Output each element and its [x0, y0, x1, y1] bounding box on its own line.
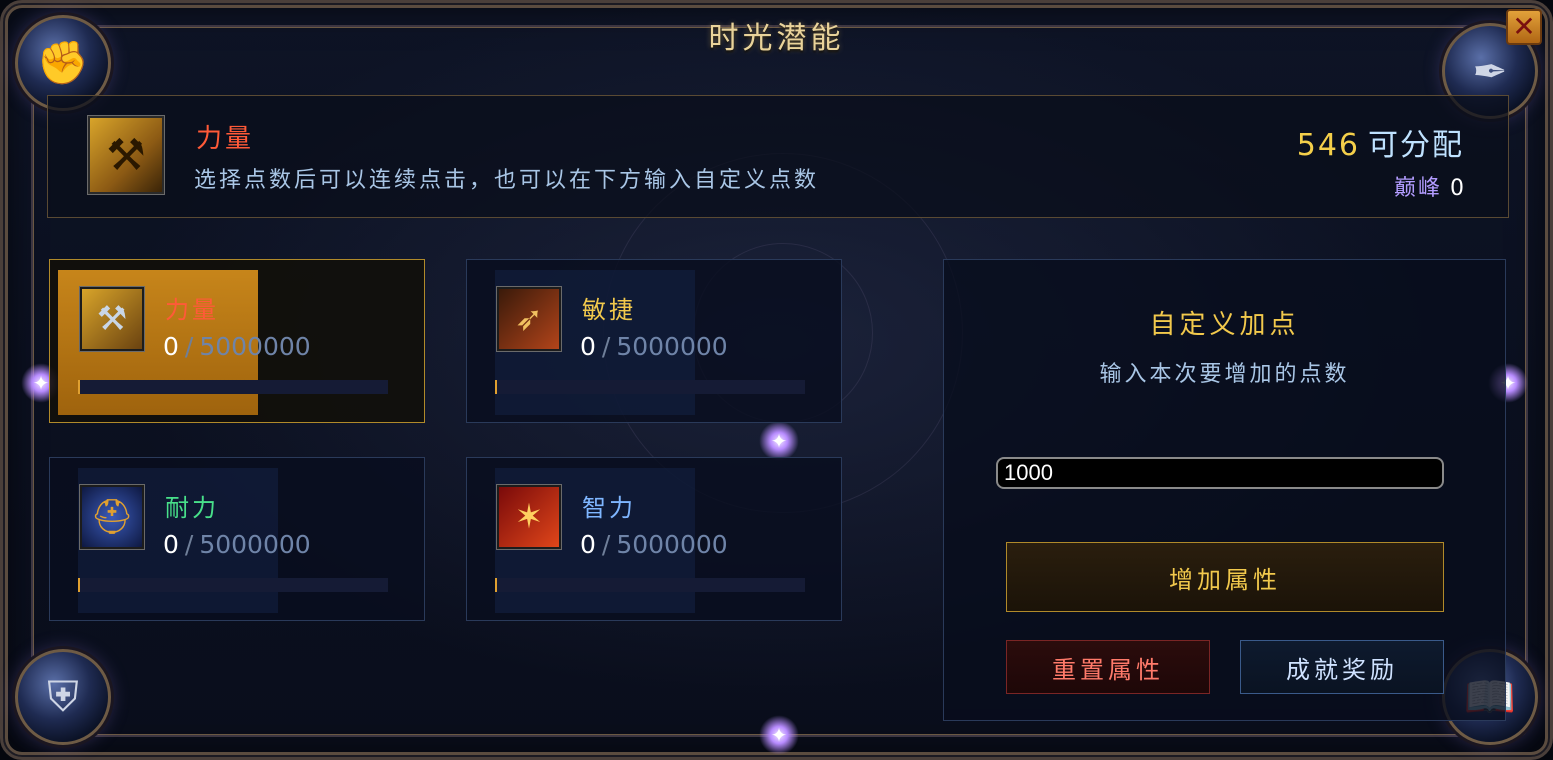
stat-separator: / [601, 332, 611, 361]
achievement-reward-button[interactable]: 成就奖励 [1240, 640, 1444, 694]
potential-window: ✊ ✒ ⛨ 📖 ✦ ✦ ✦ ✦ 时光潜能 ✕ ⚒ 力量 选择点数后可以连续点击，… [0, 0, 1553, 760]
available-points: 546 可分配 [1297, 120, 1464, 164]
reset-attribute-button[interactable]: 重置属性 [1006, 640, 1210, 694]
hammer-icon: ⚒ [79, 286, 145, 352]
available-points-value: 546 [1296, 128, 1360, 163]
stat-progress-fill [495, 578, 497, 592]
peak-level: 巅峰 0 [1394, 170, 1464, 202]
points-input[interactable] [996, 457, 1444, 489]
stat-progress-fill [495, 380, 497, 394]
stat-name: 敏捷 [582, 296, 636, 324]
staff-icon: ✶ [496, 484, 562, 550]
stat-separator: / [184, 530, 194, 559]
stat-name: 力量 [165, 296, 219, 324]
stat-max: 5000000 [199, 332, 311, 361]
stat-card-stamina[interactable]: ⛑ 耐力 0/5000000 [49, 457, 425, 621]
hammer-icon: ⚒ [87, 115, 165, 195]
stat-current: 0 [163, 530, 179, 559]
close-button[interactable]: ✕ [1506, 9, 1542, 45]
stat-value: 0/5000000 [580, 332, 728, 361]
shield-icon: ⛨ [15, 649, 111, 745]
window-title: 时光潜能 [708, 21, 845, 56]
center-gem-icon: ✦ [759, 421, 799, 461]
stat-separator: / [601, 530, 611, 559]
stat-max: 5000000 [616, 332, 728, 361]
stat-card-strength[interactable]: ⚒ 力量 0/5000000 [49, 259, 425, 423]
stat-progress-bar [78, 380, 388, 394]
stat-value: 0/5000000 [580, 530, 728, 559]
bottom-gem-icon: ✦ [759, 715, 799, 755]
custom-points-title: 自定义加点 [1149, 310, 1300, 340]
stat-current: 0 [580, 530, 596, 559]
stat-progress-fill [78, 380, 80, 394]
stat-current: 0 [580, 332, 596, 361]
bow-icon: ➶ [496, 286, 562, 352]
custom-points-subtitle: 输入本次要增加的点数 [1099, 362, 1350, 387]
selected-stat-header: ⚒ 力量 选择点数后可以连续点击，也可以在下方输入自定义点数 546 可分配 巅峰… [47, 95, 1509, 218]
stat-current: 0 [163, 332, 179, 361]
stat-progress-fill [78, 578, 80, 592]
add-attribute-button[interactable]: 增加属性 [1006, 542, 1444, 612]
stat-progress-bar [495, 380, 805, 394]
stat-value: 0/5000000 [163, 530, 311, 559]
stat-max: 5000000 [616, 530, 728, 559]
stat-separator: / [184, 332, 194, 361]
stat-name: 智力 [582, 494, 636, 522]
stat-name: 耐力 [165, 494, 219, 522]
header-hint: 选择点数后可以连续点击，也可以在下方输入自定义点数 [194, 168, 820, 193]
stat-progress-bar [78, 578, 388, 592]
selected-stat-name: 力量 [196, 124, 255, 154]
peak-value: 0 [1450, 176, 1464, 201]
stat-card-intelligence[interactable]: ✶ 智力 0/5000000 [466, 457, 842, 621]
custom-points-panel: 自定义加点 输入本次要增加的点数 增加属性 重置属性 成就奖励 [943, 259, 1506, 721]
stat-max: 5000000 [199, 530, 311, 559]
stat-progress-bar [495, 578, 805, 592]
helmet-icon: ⛑ [79, 484, 145, 550]
peak-label: 巅峰 [1393, 176, 1442, 201]
available-points-label: 可分配 [1368, 128, 1464, 163]
stat-value: 0/5000000 [163, 332, 311, 361]
stat-card-agility[interactable]: ➶ 敏捷 0/5000000 [466, 259, 842, 423]
